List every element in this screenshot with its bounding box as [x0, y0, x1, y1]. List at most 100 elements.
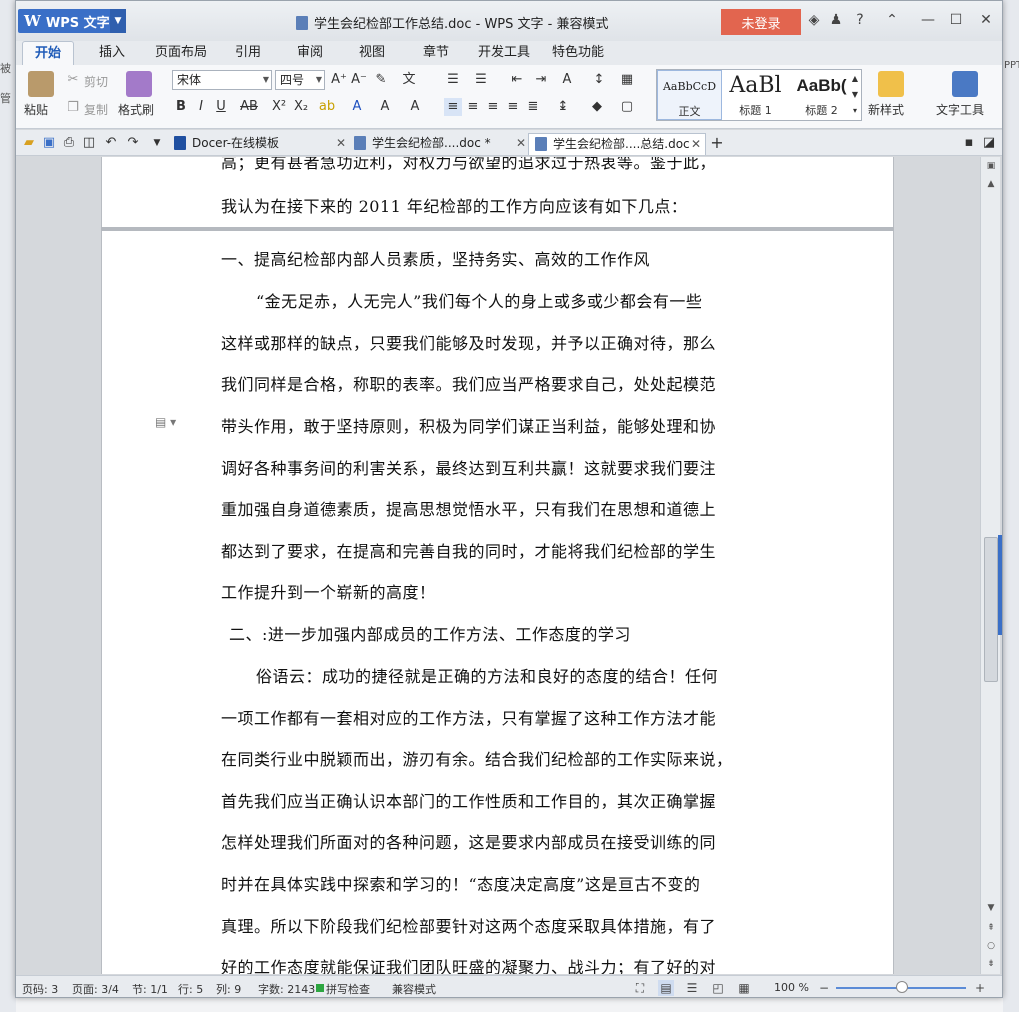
scroll-thumb[interactable]	[984, 537, 998, 682]
font-name-select[interactable]: 宋体 ▼	[172, 70, 272, 90]
doc-tab-unsaved[interactable]: 学生会纪检部....doc * ✕	[348, 133, 526, 155]
text-line[interactable]: 首先我们应当正确认识本部门的工作性质和工作目的，其次正确掌握	[221, 788, 716, 812]
next-page-icon[interactable]: ⇟	[981, 959, 1001, 969]
close-icon[interactable]: ✕	[691, 134, 701, 154]
tab-home[interactable]: 开始	[22, 41, 74, 65]
tab-chapter[interactable]: 章节	[414, 41, 458, 65]
login-button[interactable]: 未登录	[721, 9, 801, 35]
side-panel-handle[interactable]	[998, 535, 1002, 635]
italic-icon[interactable]: I	[192, 98, 210, 116]
table-icon[interactable]: ▦	[618, 71, 636, 89]
select-browse-icon[interactable]: ○	[981, 941, 1001, 951]
new-tab-icon[interactable]: +	[708, 134, 726, 152]
ribbon-collapse-icon[interactable]: ⌃	[882, 12, 902, 28]
outline-view-icon[interactable]: ☰	[684, 980, 700, 996]
close-button[interactable]: ✕	[976, 12, 996, 28]
distributed-icon[interactable]: ≣	[524, 98, 542, 116]
text-line[interactable]: 这样或那样的缺点，只要我们能够及时发现，并予以正确对待，那么	[221, 330, 716, 354]
minimize-button[interactable]: —	[918, 12, 938, 28]
chinese-layout-icon[interactable]: A	[558, 71, 576, 89]
text-line[interactable]: 真理。所以下阶段我们纪检部要针对这两个态度采取具体措施，有了	[221, 913, 716, 937]
open-icon[interactable]: ▰	[20, 134, 38, 152]
prev-page-icon[interactable]: ⇞	[981, 923, 1001, 933]
paste-button[interactable]: 粘贴	[24, 101, 48, 118]
tab-list-icon[interactable]: ▪	[960, 134, 978, 152]
tab-view[interactable]: 视图	[350, 41, 394, 65]
save-icon[interactable]: ▣	[40, 134, 58, 152]
text-line[interactable]: 怎样处理我们所面对的各种问题，这是要求内部成员在接受训练的同	[221, 829, 716, 853]
outdent-icon[interactable]: ⇤	[508, 71, 526, 89]
tab-developer[interactable]: 开发工具	[474, 41, 534, 65]
new-style-button[interactable]: 新样式	[868, 101, 904, 118]
shirt-icon[interactable]: ♟	[826, 12, 846, 28]
phonetic-icon[interactable]: 文	[400, 71, 418, 89]
zoom-level[interactable]: 100 %	[774, 981, 809, 994]
text-line[interactable]: 俗语云：成功的捷径就是正确的方法和良好的态度的结合！任何	[256, 663, 718, 687]
bold-icon[interactable]: B	[172, 98, 190, 116]
text-line[interactable]: 工作提升到一个崭新的高度！	[221, 579, 436, 603]
heading-line[interactable]: 二、:进一步加强内部成员的工作方法、工作态度的学习	[229, 621, 631, 645]
text-line[interactable]: 我认为在接下来的 2011 年纪检部的工作方向应该有如下几点：	[221, 193, 687, 217]
format-painter-icon[interactable]	[126, 71, 152, 97]
scroll-down-icon[interactable]: ▼	[981, 903, 1001, 913]
zoom-in-icon[interactable]: +	[972, 980, 988, 996]
style-heading-1[interactable]: AaBl 标题 1	[723, 70, 788, 120]
paragraph-menu-icon[interactable]: ▤ ▾	[155, 415, 176, 429]
sort-icon[interactable]: ↕	[590, 71, 608, 89]
format-painter-button[interactable]: 格式刷	[118, 101, 154, 118]
tab-review[interactable]: 审阅	[288, 41, 332, 65]
bullets-icon[interactable]: ☰	[444, 71, 462, 89]
tab-insert[interactable]: 插入	[86, 41, 138, 65]
align-center-icon[interactable]: ≡	[464, 98, 482, 116]
text-line[interactable]: 一项工作都有一套相对应的工作方法，只有掌握了这种工作方法才能	[221, 705, 716, 729]
indent-icon[interactable]: ⇥	[532, 71, 550, 89]
spellcheck-toggle[interactable]: 拼写检查	[326, 981, 370, 997]
scroll-up-icon[interactable]: ▲	[981, 179, 1001, 189]
text-line[interactable]: 重加强自身道德素质，提高思想觉悟水平，只有我们在思想和道德上	[221, 496, 716, 520]
char-border-icon[interactable]: A	[376, 98, 394, 116]
paste-icon[interactable]	[28, 71, 54, 97]
tab-page-layout[interactable]: 页面布局	[149, 41, 213, 65]
subscript-icon[interactable]: X₂	[292, 98, 310, 116]
style-heading-2[interactable]: AaBb( 标题 2	[789, 70, 854, 120]
shading-icon[interactable]: ◆	[588, 98, 606, 116]
cut-button[interactable]: 剪切	[84, 73, 108, 90]
text-line[interactable]: 时并在具体实践中探索和学习的！“态度决定高度”这是亘古不变的	[221, 871, 700, 895]
skin-icon[interactable]: ◈	[804, 12, 824, 28]
text-line[interactable]: 都达到了要求，在提高和完善自我的同时，才能将我们纪检部的学生	[221, 538, 716, 562]
reading-view-icon[interactable]: ▦	[736, 980, 752, 996]
close-icon[interactable]: ✕	[516, 133, 526, 153]
tab-references[interactable]: 引用	[226, 41, 270, 65]
redo-icon[interactable]: ↷	[124, 134, 142, 152]
superscript-icon[interactable]: X²	[270, 98, 288, 116]
split-icon[interactable]: ▣	[981, 161, 1001, 171]
text-line[interactable]: 带头作用，敢于坚持原则，积极为同学们谋正当利益，能够处理和协	[221, 413, 716, 437]
style-normal[interactable]: AaBbCcD 正文	[657, 70, 722, 120]
print-icon[interactable]: ⎙	[60, 134, 78, 152]
undo-icon[interactable]: ↶	[102, 134, 120, 152]
new-style-icon[interactable]	[878, 71, 904, 97]
justify-icon[interactable]: ≡	[504, 98, 522, 116]
fullscreen-icon[interactable]: ⛶	[632, 980, 648, 996]
underline-icon[interactable]: U	[212, 98, 230, 116]
help-button[interactable]: ?	[850, 12, 870, 28]
print-preview-icon[interactable]: ◫	[80, 134, 98, 152]
wps-app-menu-button[interactable]: W WPS 文字 ▼	[18, 9, 126, 33]
font-size-select[interactable]: 四号 ▼	[275, 70, 325, 90]
text-line[interactable]: 在同类行业中脱颖而出，游刃有余。结合我们纪检部的工作实际来说，	[221, 746, 733, 770]
align-left-icon[interactable]: ≡	[444, 98, 462, 116]
shrink-font-icon[interactable]: A⁻	[350, 71, 368, 89]
clear-format-icon[interactable]: ✎	[372, 71, 390, 89]
page-view-icon[interactable]: ▤	[658, 980, 674, 996]
web-view-icon[interactable]: ◰	[710, 980, 726, 996]
numbering-icon[interactable]: ☰	[472, 71, 490, 89]
text-tools-button[interactable]: 文字工具	[936, 101, 984, 118]
highlight-icon[interactable]: ab	[318, 98, 336, 116]
char-shading-icon[interactable]: A	[406, 98, 424, 116]
grow-font-icon[interactable]: A⁺	[330, 71, 348, 89]
align-right-icon[interactable]: ≡	[484, 98, 502, 116]
text-tools-icon[interactable]	[952, 71, 978, 97]
chevron-down-icon[interactable]: ▼	[110, 9, 126, 33]
tab-restore-icon[interactable]: ◪	[980, 134, 998, 152]
doc-tab-docer[interactable]: Docer-在线模板 ✕	[168, 133, 346, 155]
